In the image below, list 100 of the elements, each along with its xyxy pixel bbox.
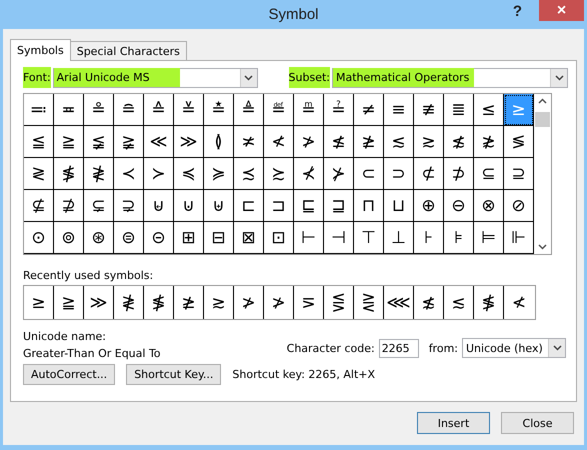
- symbol-cell[interactable]: ≴: [444, 126, 474, 158]
- symbol-cell[interactable]: ⊤: [354, 222, 384, 254]
- symbol-cell[interactable]: ≜: [234, 94, 264, 126]
- symbol-cell[interactable]: ≺: [114, 158, 144, 190]
- symbol-cell[interactable]: ≗: [84, 94, 114, 126]
- symbol-cell[interactable]: ⊂: [354, 158, 384, 190]
- symbol-cell[interactable]: ≸: [54, 158, 84, 190]
- symbol-cell[interactable]: ⊓: [354, 190, 384, 222]
- close-button[interactable]: ×: [539, 0, 584, 21]
- symbol-cell[interactable]: ⊉: [54, 190, 84, 222]
- symbol-cell[interactable]: ⊋: [114, 190, 144, 222]
- insert-button[interactable]: Insert: [417, 412, 490, 434]
- symbol-cell[interactable]: ≩: [114, 126, 144, 158]
- tab[interactable]: Special Characters: [70, 41, 187, 60]
- symbol-cell[interactable]: ⊅: [444, 158, 474, 190]
- symbol-cell[interactable]: ≢: [414, 94, 444, 126]
- symbol-cell[interactable]: ≝: [264, 94, 294, 126]
- recent-symbol-cell[interactable]: ≧: [54, 286, 84, 319]
- symbol-cell[interactable]: ⊁: [324, 158, 354, 190]
- symbol-cell[interactable]: ≫: [174, 126, 204, 158]
- symbol-cell[interactable]: ⊜: [114, 222, 144, 254]
- symbol-cell[interactable]: ≿: [264, 158, 294, 190]
- recent-symbol-cell[interactable]: ≴: [414, 286, 444, 319]
- symbol-cell[interactable]: ⊞: [174, 222, 204, 254]
- symbol-cell[interactable]: ⊥: [384, 222, 414, 254]
- symbol-cell[interactable]: ≷: [24, 158, 54, 190]
- symbol-cell[interactable]: ⊨: [474, 222, 504, 254]
- symbol-cell[interactable]: ≛: [204, 94, 234, 126]
- close-dialog-button[interactable]: Close: [501, 412, 574, 434]
- symbol-cell[interactable]: ⊒: [324, 190, 354, 222]
- symbol-cell[interactable]: ≹: [84, 158, 114, 190]
- recent-symbol-cell[interactable]: ≫: [84, 286, 114, 319]
- recent-symbol-cell[interactable]: ≯: [264, 286, 294, 319]
- symbol-cell[interactable]: ⊔: [384, 190, 414, 222]
- recent-symbol-cell[interactable]: ≥: [24, 286, 54, 319]
- symbol-cell[interactable]: ≨: [84, 126, 114, 158]
- symbol-cell[interactable]: ⊝: [144, 222, 174, 254]
- symbol-cell[interactable]: ≕: [24, 94, 54, 126]
- symbol-cell[interactable]: ≽: [204, 158, 234, 190]
- symbol-cell[interactable]: ≣: [444, 94, 474, 126]
- recent-symbol-cell[interactable]: ⋘: [384, 286, 414, 319]
- recent-symbol-cell[interactable]: ≸: [474, 286, 504, 319]
- symbol-cell[interactable]: ⊐: [264, 190, 294, 222]
- symbol-cell[interactable]: ⊢: [294, 222, 324, 254]
- symbol-cell[interactable]: ⊙: [24, 222, 54, 254]
- recent-symbol-cell[interactable]: ≯: [234, 286, 264, 319]
- symbol-cell[interactable]: ⊦: [414, 222, 444, 254]
- symbol-cell[interactable]: ⊡: [264, 222, 294, 254]
- help-button[interactable]: ?: [508, 3, 526, 20]
- symbol-cell[interactable]: ⊍: [174, 190, 204, 222]
- symbol-cell[interactable]: ≚: [174, 94, 204, 126]
- font-dropdown[interactable]: Arial Unicode MS: [52, 68, 258, 88]
- symbol-cell[interactable]: ⊌: [144, 190, 174, 222]
- recent-symbol-cell[interactable]: ≹: [114, 286, 144, 319]
- symbol-cell[interactable]: ⊆: [474, 158, 504, 190]
- recent-symbol-cell[interactable]: ⋝: [294, 286, 324, 319]
- recent-symbol-cell[interactable]: ⋚: [324, 286, 354, 319]
- symbol-cell[interactable]: ⊠: [234, 222, 264, 254]
- symbol-cell[interactable]: ≮: [264, 126, 294, 158]
- symbol-cell[interactable]: ≞: [294, 94, 324, 126]
- symbol-cell[interactable]: ≯: [294, 126, 324, 158]
- symbol-cell[interactable]: ≘: [114, 94, 144, 126]
- subset-dropdown[interactable]: Mathematical Operators: [332, 68, 568, 88]
- symbol-cell[interactable]: ≬: [204, 126, 234, 158]
- recent-symbol-cell[interactable]: ≲: [444, 286, 474, 319]
- recent-symbol-cell[interactable]: ≱: [174, 286, 204, 319]
- symbol-cell[interactable]: ≖: [54, 94, 84, 126]
- symbol-cell[interactable]: ⊄: [414, 158, 444, 190]
- symbol-cell[interactable]: ≲: [384, 126, 414, 158]
- symbol-cell[interactable]: ≧: [54, 126, 84, 158]
- symbol-cell[interactable]: ⊕: [414, 190, 444, 222]
- shortcut-key-button[interactable]: Shortcut Key...: [126, 364, 222, 385]
- recent-symbol-cell[interactable]: ⋛: [354, 286, 384, 319]
- symbol-cell[interactable]: ⊚: [54, 222, 84, 254]
- symbol-cell[interactable]: ≵: [474, 126, 504, 158]
- symbol-cell[interactable]: ⊧: [444, 222, 474, 254]
- symbol-cell[interactable]: ≙: [144, 94, 174, 126]
- symbol-cell[interactable]: ≟: [324, 94, 354, 126]
- symbol-cell[interactable]: ≦: [24, 126, 54, 158]
- symbol-cell[interactable]: ≳: [414, 126, 444, 158]
- symbol-cell[interactable]: ⊖: [444, 190, 474, 222]
- symbol-cell[interactable]: ⊑: [294, 190, 324, 222]
- symbol-cell[interactable]: ⊀: [294, 158, 324, 190]
- symbol-cell[interactable]: ≭: [234, 126, 264, 158]
- symbol-cell[interactable]: ≠: [354, 94, 384, 126]
- recent-symbol-cell[interactable]: ≳: [204, 286, 234, 319]
- symbol-cell[interactable]: ⊈: [24, 190, 54, 222]
- symbol-cell[interactable]: ≼: [174, 158, 204, 190]
- symbol-cell[interactable]: ≾: [234, 158, 264, 190]
- tab[interactable]: Symbols: [10, 39, 71, 61]
- symbol-cell[interactable]: ⊊: [84, 190, 114, 222]
- from-dropdown[interactable]: Unicode (hex): [462, 338, 566, 358]
- symbol-cell[interactable]: ⊏: [234, 190, 264, 222]
- scroll-thumb[interactable]: [534, 112, 550, 127]
- recent-symbol-cell[interactable]: ≮: [504, 286, 534, 319]
- symbol-cell[interactable]: ≰: [324, 126, 354, 158]
- symbol-cell[interactable]: ≻: [144, 158, 174, 190]
- symbol-cell[interactable]: ≱: [354, 126, 384, 158]
- scroll-up-icon[interactable]: [538, 98, 546, 104]
- symbol-cell[interactable]: ≡: [384, 94, 414, 126]
